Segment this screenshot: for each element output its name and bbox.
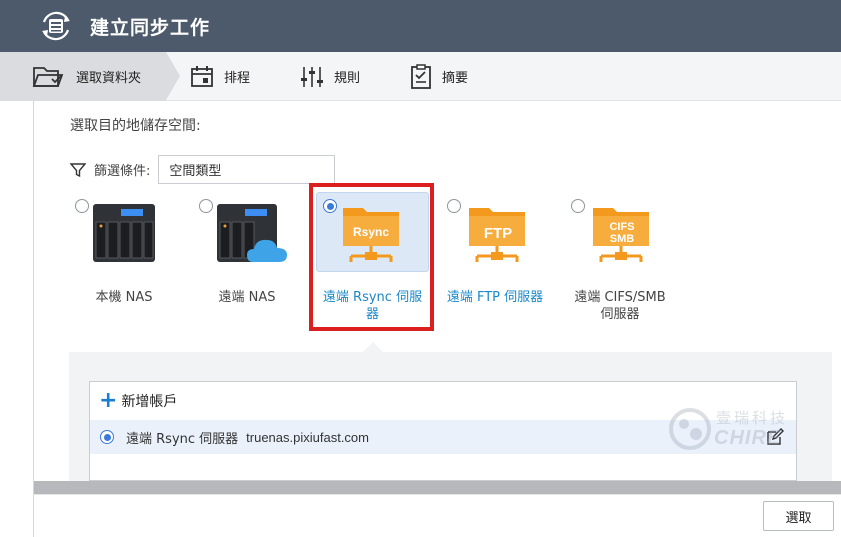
step-label: 排程 xyxy=(224,71,251,86)
filter-icon xyxy=(70,162,86,177)
step-label: 摘要 xyxy=(442,71,469,86)
option-label-ftp: 遠端 FTP 伺服器 xyxy=(446,290,544,305)
account-host: truenas.pixiufast.com xyxy=(246,429,369,445)
clipboard-icon xyxy=(411,63,431,89)
account-type: 遠端 Rsync 伺服器 xyxy=(126,431,239,447)
option-label: 遠端 NAS xyxy=(218,290,276,305)
filter-value: 空間類型 xyxy=(169,164,222,179)
cifs-folder-icon: CIFS SMB xyxy=(593,208,649,262)
sync-icon xyxy=(38,8,74,44)
radio-remote-ftp[interactable] xyxy=(447,199,461,213)
ftp-folder-icon: FTP xyxy=(469,208,525,262)
radio-remote-cifs[interactable] xyxy=(571,199,585,213)
radio-remote-nas[interactable] xyxy=(199,199,213,213)
window-title: 建立同步工作 xyxy=(90,16,211,39)
calendar-icon xyxy=(191,65,213,87)
step-summary[interactable]: 摘要 xyxy=(410,52,468,101)
step-select-folder[interactable]: 選取資料夾 xyxy=(32,52,141,101)
watermark-latin: CHIRE xyxy=(714,427,782,449)
watermark-logo-icon xyxy=(669,408,711,450)
cifs-badge-line1: CIFS xyxy=(609,221,634,233)
radio-local-nas[interactable] xyxy=(75,199,89,213)
nas-cloud-icon xyxy=(217,204,287,262)
title-bar: 建立同步工作 xyxy=(0,0,841,52)
horizontal-scrollbar[interactable] xyxy=(34,481,841,494)
plus-icon: + xyxy=(99,388,118,413)
add-account-label: 新增帳戶 xyxy=(121,394,178,410)
watermark: 壹瑞科技 CHIRE xyxy=(668,405,798,453)
option-label-cifs: 遠端 CIFS/SMB 伺服器 xyxy=(574,290,666,322)
cifs-badge-line2: SMB xyxy=(610,233,635,245)
filter-label: 篩選條件: xyxy=(94,164,151,179)
step-schedule[interactable]: 排程 xyxy=(190,52,250,101)
watermark-text: 壹瑞科技 xyxy=(716,409,789,427)
filter-select[interactable]: 空間類型 xyxy=(158,155,336,184)
sliders-icon xyxy=(301,66,323,87)
radio-account[interactable] xyxy=(100,430,114,444)
destination-prompt: 選取目的地儲存空間: xyxy=(70,118,201,134)
step-rules[interactable]: 規則 xyxy=(300,52,360,101)
ftp-badge: FTP xyxy=(484,225,512,242)
filter-row: 篩選條件: 空間類型 xyxy=(70,155,336,184)
option-label: 本機 NAS xyxy=(95,290,153,305)
select-button[interactable]: 選取 xyxy=(763,501,834,531)
nas-device-icon xyxy=(93,204,155,262)
add-account-button[interactable]: + 新增帳戶 xyxy=(99,390,177,412)
step-label: 規則 xyxy=(334,71,361,86)
annotation-highlight-box xyxy=(309,183,434,331)
folder-icon xyxy=(32,66,64,87)
step-bar: 選取資料夾 排程 規則 摘要 xyxy=(0,52,841,101)
step-label: 選取資料夾 xyxy=(76,71,142,86)
